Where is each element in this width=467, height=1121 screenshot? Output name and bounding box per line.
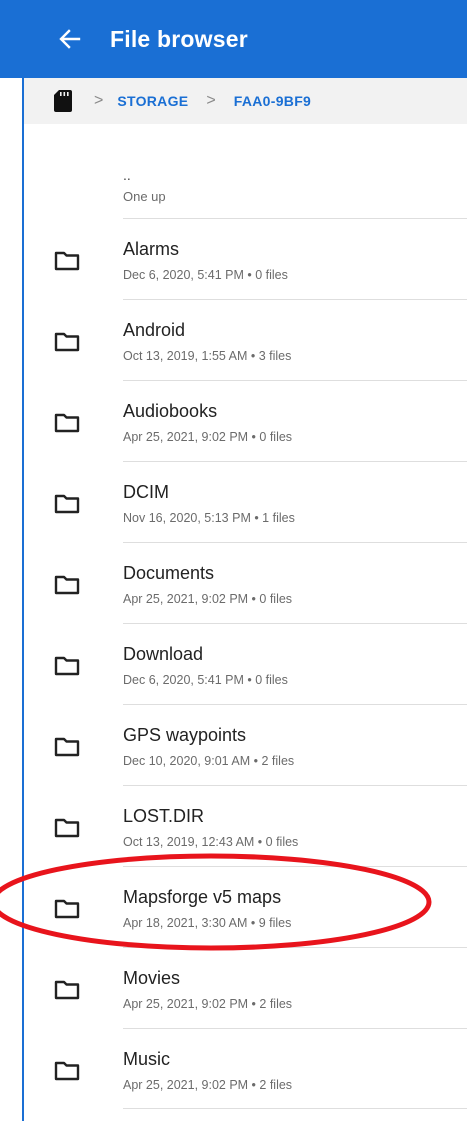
list-item-up[interactable]: .. One up bbox=[24, 138, 467, 218]
folder-meta: Apr 18, 2021, 3:30 AM • 9 files bbox=[123, 916, 292, 930]
folder-meta: Nov 16, 2020, 5:13 PM • 1 files bbox=[123, 511, 295, 525]
folder-meta: Apr 25, 2021, 9:02 PM • 2 files bbox=[123, 1078, 293, 1092]
back-button[interactable] bbox=[50, 19, 90, 59]
folder-name: Documents bbox=[123, 563, 215, 583]
breadcrumb-storage[interactable]: STORAGE bbox=[117, 93, 188, 109]
divider bbox=[123, 623, 467, 624]
folder-row[interactable]: Documents Apr 25, 2021, 9:02 PM • 0 file… bbox=[24, 542, 467, 623]
sd-card-icon[interactable] bbox=[54, 90, 72, 112]
folder-meta: Dec 6, 2020, 5:41 PM • 0 files bbox=[123, 673, 288, 687]
folder-name: GPS waypoints bbox=[123, 725, 247, 745]
breadcrumb: > STORAGE > FAA0-9BF9 bbox=[22, 78, 467, 124]
folder-row[interactable]: Android Oct 13, 2019, 1:55 AM • 3 files bbox=[24, 299, 467, 380]
up-label: .. bbox=[123, 167, 131, 183]
divider bbox=[123, 218, 467, 219]
breadcrumb-volume[interactable]: FAA0-9BF9 bbox=[234, 93, 311, 109]
folder-row[interactable]: DCIM Nov 16, 2020, 5:13 PM • 1 files bbox=[24, 461, 467, 542]
folder-meta: Apr 25, 2021, 9:02 PM • 0 files bbox=[123, 592, 293, 606]
divider bbox=[123, 704, 467, 705]
divider bbox=[123, 299, 467, 300]
arrow-left-icon bbox=[59, 29, 81, 49]
divider bbox=[123, 1028, 467, 1029]
folder-meta: Apr 25, 2021, 9:02 PM • 2 files bbox=[123, 997, 293, 1011]
folder-icon bbox=[54, 1061, 80, 1081]
divider bbox=[123, 866, 467, 867]
folder-row-mapsforge[interactable]: Mapsforge v5 maps Apr 18, 2021, 3:30 AM … bbox=[24, 866, 467, 947]
chevron-right-icon: > bbox=[94, 92, 104, 109]
folder-row[interactable]: Alarms Dec 6, 2020, 5:41 PM • 0 files bbox=[24, 218, 467, 299]
folder-icon bbox=[54, 818, 80, 838]
folder-row[interactable]: Movies Apr 25, 2021, 9:02 PM • 2 files bbox=[24, 947, 467, 1028]
folder-name: Music bbox=[123, 1049, 171, 1069]
divider bbox=[123, 542, 467, 543]
folder-meta: Dec 6, 2020, 5:41 PM • 0 files bbox=[123, 268, 288, 282]
folder-icon bbox=[54, 332, 80, 352]
folder-icon bbox=[54, 251, 80, 271]
folder-icon bbox=[54, 575, 80, 595]
divider bbox=[123, 461, 467, 462]
app-bar: File browser bbox=[0, 0, 467, 78]
folder-meta: Oct 13, 2019, 12:43 AM • 0 files bbox=[123, 835, 299, 849]
divider bbox=[123, 947, 467, 948]
folder-row[interactable]: LOST.DIR Oct 13, 2019, 12:43 AM • 0 file… bbox=[24, 785, 467, 866]
file-browser-screen: File browser > STORAGE > FAA0-9BF9 .. On… bbox=[0, 0, 467, 1121]
folder-name: LOST.DIR bbox=[123, 806, 205, 826]
folder-name: Movies bbox=[123, 968, 181, 988]
page-title: File browser bbox=[110, 25, 248, 52]
folder-name: Mapsforge v5 maps bbox=[123, 887, 282, 907]
folder-name: Alarms bbox=[123, 239, 180, 259]
folder-meta: Apr 25, 2021, 9:02 PM • 0 files bbox=[123, 430, 293, 444]
folder-name: Android bbox=[123, 320, 186, 340]
divider bbox=[123, 380, 467, 381]
folder-icon bbox=[54, 656, 80, 676]
folder-row[interactable]: GPS waypoints Dec 10, 2020, 9:01 AM • 2 … bbox=[24, 704, 467, 785]
folder-name: DCIM bbox=[123, 482, 169, 502]
divider bbox=[123, 1108, 467, 1109]
folder-icon bbox=[54, 737, 80, 757]
folder-name: Audiobooks bbox=[123, 401, 218, 421]
file-list: .. One up Alarms Dec 6, 2020, 5:41 PM • … bbox=[24, 138, 467, 1109]
folder-icon bbox=[54, 413, 80, 433]
folder-meta: Oct 13, 2019, 1:55 AM • 3 files bbox=[123, 349, 292, 363]
divider bbox=[123, 785, 467, 786]
folder-icon bbox=[54, 980, 80, 1000]
folder-row[interactable]: Download Dec 6, 2020, 5:41 PM • 0 files bbox=[24, 623, 467, 704]
folder-row[interactable]: Music Apr 25, 2021, 9:02 PM • 2 files bbox=[24, 1028, 467, 1109]
folder-meta: Dec 10, 2020, 9:01 AM • 2 files bbox=[123, 754, 295, 768]
folder-icon bbox=[54, 899, 80, 919]
folder-name: Download bbox=[123, 644, 204, 664]
folder-row[interactable]: Audiobooks Apr 25, 2021, 9:02 PM • 0 fil… bbox=[24, 380, 467, 461]
folder-icon bbox=[54, 494, 80, 514]
chevron-right-icon: > bbox=[206, 92, 216, 109]
up-subtitle: One up bbox=[123, 189, 166, 204]
